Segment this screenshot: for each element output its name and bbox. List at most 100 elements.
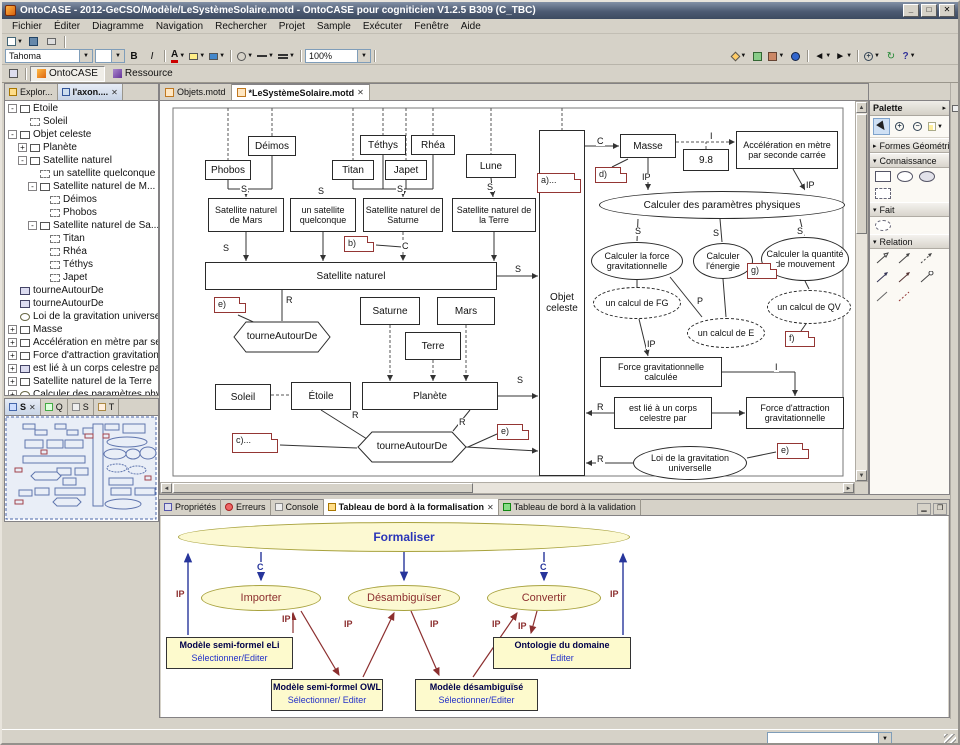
instance-node[interactable]: Terre xyxy=(405,332,461,360)
instance-node[interactable]: Titan xyxy=(332,160,374,180)
activity-node[interactable]: Calculer des paramètres physiques xyxy=(599,191,845,219)
relation-node[interactable]: tourneAutourDe xyxy=(234,322,330,352)
tree-item[interactable]: Téthys xyxy=(5,258,158,271)
help-button[interactable]: ?▼ xyxy=(901,49,917,63)
fill-color-button[interactable]: ▼ xyxy=(188,49,206,63)
relation-r-tool[interactable] xyxy=(875,271,891,284)
tree-item[interactable]: +Masse xyxy=(5,323,158,336)
tree-expander[interactable]: - xyxy=(18,156,27,165)
fast-view-strip[interactable] xyxy=(950,83,960,719)
tree-item[interactable]: +Calculer des paramètres physiq... xyxy=(5,388,158,396)
tree-item[interactable]: -Satellite naturel de Sa... xyxy=(5,219,158,232)
concept-node[interactable]: Satellite naturel xyxy=(205,262,497,290)
zoom-mode-button[interactable]: +▼ xyxy=(863,49,881,63)
note[interactable]: f) xyxy=(785,331,815,347)
horizontal-scrollbar[interactable]: ◄ ► xyxy=(160,482,855,494)
tree-item[interactable]: un satellite quelconque xyxy=(5,167,158,180)
tree-item[interactable]: -Satellite naturel de M... xyxy=(5,180,158,193)
note[interactable]: a)... xyxy=(537,173,581,193)
note[interactable]: e) xyxy=(214,297,246,313)
model-box-eli[interactable]: Modèle semi-formel eLi Sélectionner/Edit… xyxy=(166,637,293,669)
tab-console[interactable]: Console xyxy=(271,499,324,515)
zoom-out-tool[interactable]: − xyxy=(909,118,926,135)
close-button[interactable]: ✕ xyxy=(939,4,955,17)
bold-button[interactable]: B xyxy=(126,49,142,63)
fact-node[interactable]: un calcul de QV xyxy=(767,290,851,324)
instance-node[interactable]: un satellite quelconque xyxy=(290,198,356,232)
note[interactable]: g) xyxy=(747,263,777,279)
tree-item[interactable]: Soleil xyxy=(5,115,158,128)
tab-taxonomy[interactable]: l'axon....✕ xyxy=(58,84,123,100)
law-node[interactable]: Loi de la gravitation universelle xyxy=(633,446,747,480)
value-node[interactable]: 9.8 xyxy=(683,149,729,171)
tree-item[interactable]: Titan xyxy=(5,232,158,245)
perspective-ressource[interactable]: Ressource xyxy=(107,66,179,82)
line-color-button[interactable]: ▼ xyxy=(208,49,226,63)
tab-lesystemesolaire-motd[interactable]: *LeSystèmeSolaire.motd✕ xyxy=(232,84,370,100)
tree-item[interactable]: -Satellite naturel xyxy=(5,154,158,167)
close-icon[interactable]: ✕ xyxy=(111,88,118,97)
outline-tab-q[interactable]: Q xyxy=(41,399,68,415)
concept-node[interactable]: Masse xyxy=(620,134,676,158)
tree-expander[interactable]: + xyxy=(8,338,17,347)
fact-node[interactable]: un calcul de E xyxy=(687,318,765,348)
nav-forward-button[interactable]: ►▼ xyxy=(834,49,853,63)
importer-activity[interactable]: Importer xyxy=(201,585,321,611)
tree-item[interactable]: Japet xyxy=(5,271,158,284)
tab-erreurs[interactable]: Erreurs xyxy=(221,499,271,515)
tree-item[interactable]: +Planète xyxy=(5,141,158,154)
concept-node[interactable]: Force gravitationnelle calculée xyxy=(600,357,722,387)
menu-executer[interactable]: Exécuter xyxy=(357,20,408,33)
menu-aide[interactable]: Aide xyxy=(455,20,487,33)
instance-node[interactable]: Soleil xyxy=(215,384,271,410)
note-tool[interactable]: ▼ xyxy=(927,118,944,135)
palette-section-connaissance[interactable]: ▾Connaissance xyxy=(870,153,949,168)
collapse-palette-icon[interactable]: ▸ xyxy=(942,104,946,112)
align-button[interactable]: ▼ xyxy=(277,49,296,63)
tree-expander[interactable]: + xyxy=(8,377,17,386)
diagram-canvas[interactable]: Déimos Phobos Téthys Rhéa Titan Japet Lu… xyxy=(160,101,855,482)
desambiguiser-activity[interactable]: Désambiguïser xyxy=(348,585,460,611)
tree-item[interactable]: tourneAutourDe xyxy=(5,284,158,297)
relation-annotation-tool[interactable] xyxy=(897,290,913,303)
select-edit-link[interactable]: Sélectionner/Editer xyxy=(416,695,537,705)
instance-node[interactable]: Lune xyxy=(466,154,516,178)
instance-node[interactable]: Saturne xyxy=(360,297,420,325)
tree-item[interactable]: Déimos xyxy=(5,193,158,206)
menu-sample[interactable]: Sample xyxy=(311,20,357,33)
palette-section-fait[interactable]: ▾Fait xyxy=(870,202,949,217)
minimize-button[interactable]: _ xyxy=(903,4,919,17)
relation-p-tool[interactable] xyxy=(919,271,935,284)
outline-tab-t[interactable]: T xyxy=(94,399,120,415)
relation-generic-tool[interactable] xyxy=(875,290,891,303)
select-tool[interactable] xyxy=(873,118,890,135)
instance-node[interactable]: Téthys xyxy=(360,135,406,155)
instance-node[interactable]: Japet xyxy=(385,160,427,180)
instance-node[interactable]: Rhéa xyxy=(411,135,455,155)
select-edit-link[interactable]: Sélectionner/Editer xyxy=(167,653,292,663)
note[interactable]: c)... xyxy=(232,433,278,453)
instance-node[interactable]: Mars xyxy=(437,297,495,325)
tab-objets-motd[interactable]: Objets.motd xyxy=(160,84,232,100)
outline-tab-s1[interactable]: S✕ xyxy=(5,399,41,415)
relation-c-tool[interactable] xyxy=(897,252,913,265)
note[interactable]: e) xyxy=(777,443,809,459)
relation-node[interactable]: tourneAutourDe xyxy=(358,432,466,462)
tree-item[interactable]: +Satellite naturel de la Terre xyxy=(5,375,158,388)
instance-shape-tool[interactable] xyxy=(875,188,891,199)
tab-dashboard-validation[interactable]: Tableau de bord à la validation xyxy=(499,499,641,515)
status-combo[interactable]: ▼ xyxy=(767,732,892,745)
note[interactable]: e) xyxy=(497,424,529,440)
refresh-button[interactable]: ↻ xyxy=(883,49,899,63)
tree-expander[interactable]: - xyxy=(28,221,37,230)
close-icon[interactable]: ✕ xyxy=(29,403,36,412)
tab-dashboard-formalisation[interactable]: Tableau de bord à la formalisation✕ xyxy=(324,499,499,515)
zoom-combo[interactable]: 100%▼ xyxy=(305,49,371,63)
instance-node[interactable]: Phobos xyxy=(205,160,251,180)
menu-diagramme[interactable]: Diagramme xyxy=(86,20,150,33)
concept-node[interactable]: Satellite naturel de Saturne xyxy=(363,198,443,232)
law-shape-tool[interactable] xyxy=(919,171,935,182)
relation-ip-tool[interactable] xyxy=(897,271,913,284)
zoom-in-tool[interactable]: + xyxy=(891,118,908,135)
note[interactable]: d) xyxy=(595,167,627,183)
